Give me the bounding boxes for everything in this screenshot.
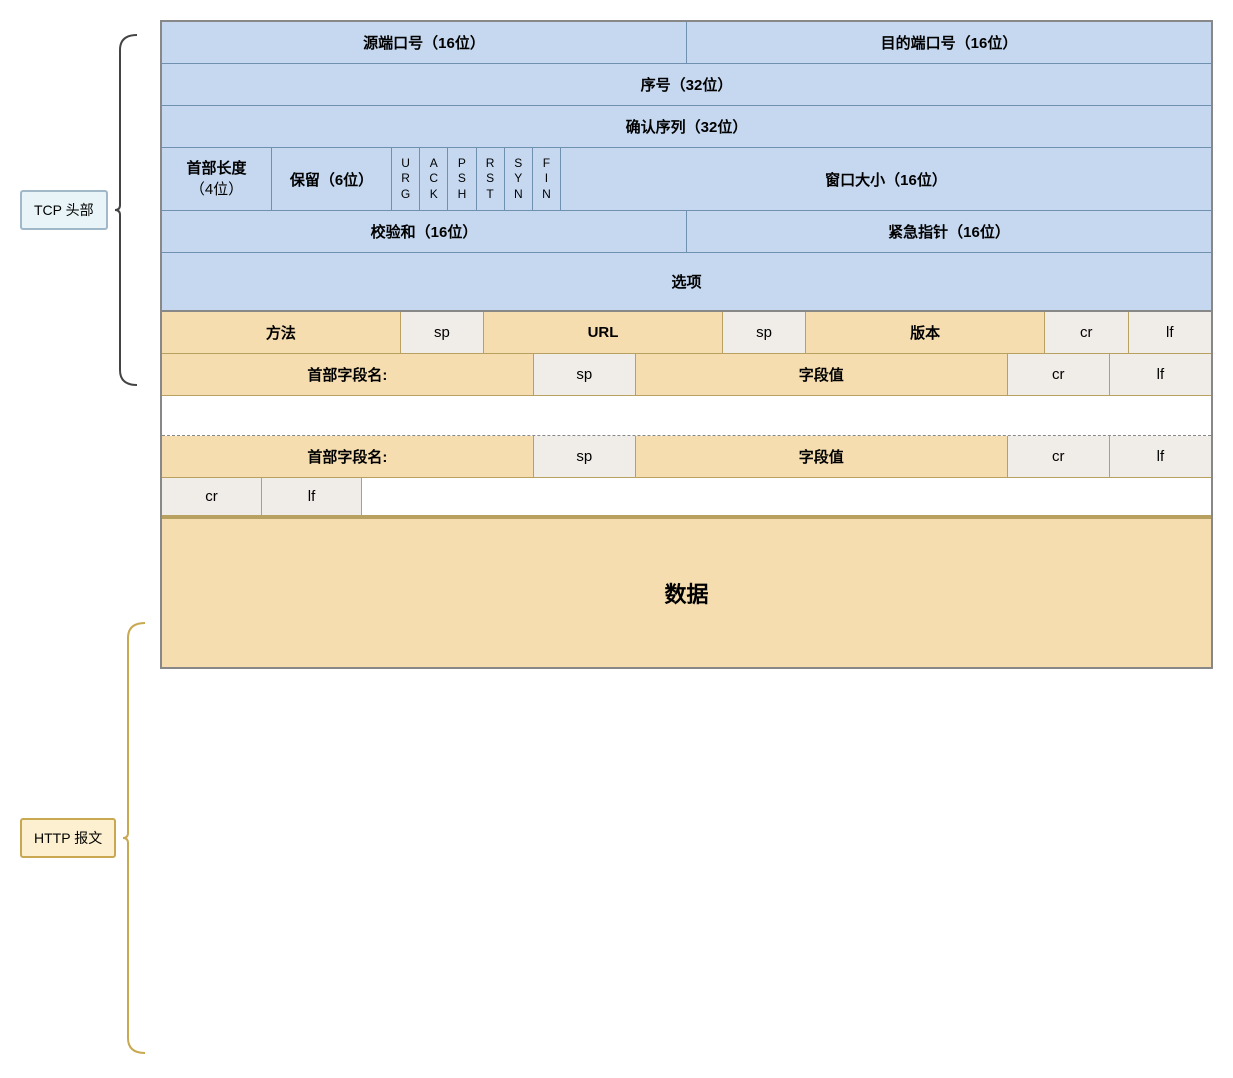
options-cell: 选项 [162,253,1211,310]
seq-cell: 序号（32位） [162,64,1211,105]
flag-fin: F I N [533,148,560,210]
flag-psh: P S H [448,148,476,210]
labels-column: TCP 头部 HTTP 报文 [20,20,160,1058]
urgent-cell: 紧急指针（16位） [687,211,1211,252]
url-cell: URL [484,312,723,353]
sp4-cell: sp [534,436,636,477]
lf2-cell: lf [1110,354,1211,395]
ack-cell: 确认序列（32位） [162,106,1211,147]
empty-spacer [362,478,1211,515]
tcp-row-options: 选项 [162,253,1211,310]
tcp-label-group: TCP 头部 [20,30,160,390]
main-content: 源端口号（16位） 目的端口号（16位） 序号（32位） 确认序列（32位） 首… [160,20,1213,1058]
http-row-empty-line: cr lf [162,478,1211,517]
sp3-cell: sp [534,354,636,395]
reserved-cell: 保留（6位） [272,148,392,210]
tcp-row-flags: 首部长度 （4位） 保留（6位） U R G A C K P S H R S T… [162,148,1211,211]
cr3-cell: cr [1008,436,1110,477]
tcp-row-ack: 确认序列（32位） [162,106,1211,148]
diagram-container: TCP 头部 HTTP 报文 源端口号（16位） 目的端口号（16位） [20,20,1213,1058]
flags-group: U R G A C K P S H R S T S Y N F I N [392,148,561,210]
cr4-cell: cr [162,478,262,515]
http-section: 方法 sp URL sp 版本 cr lf 首部字段名: sp 字段值 cr l… [162,312,1211,667]
cr2-cell: cr [1008,354,1110,395]
checksum-cell: 校验和（16位） [162,211,687,252]
tcp-row-ports: 源端口号（16位） 目的端口号（16位） [162,22,1211,64]
http-label-group: HTTP 报文 [20,618,160,1058]
header-len-cell: 首部长度 （4位） [162,148,272,210]
flag-syn: S Y N [505,148,533,210]
header-len-bits: （4位） [190,179,243,200]
lf4-cell: lf [262,478,362,515]
method-cell: 方法 [162,312,401,353]
tcp-brace [112,30,142,390]
dashed-separator [162,396,1211,436]
data-label: 数据 [664,577,708,609]
sp2-cell: sp [723,312,807,353]
version-cell: 版本 [806,312,1045,353]
tcp-label: TCP 头部 [20,190,108,230]
header-name1-cell: 首部字段名: [162,354,534,395]
flag-ack: A C K [420,148,448,210]
tcp-row-checksum: 校验和（16位） 紧急指针（16位） [162,211,1211,253]
data-section: 数据 [162,517,1211,667]
sp1-cell: sp [401,312,485,353]
header-len-label: 首部长度 [186,158,246,179]
flag-rst: R S T [477,148,505,210]
lf3-cell: lf [1110,436,1211,477]
http-row-header1: 首部字段名: sp 字段值 cr lf [162,354,1211,396]
flag-urg: U R G [392,148,420,210]
tcp-section: 源端口号（16位） 目的端口号（16位） 序号（32位） 确认序列（32位） 首… [162,22,1211,312]
header-name2-cell: 首部字段名: [162,436,534,477]
http-row-request-line: 方法 sp URL sp 版本 cr lf [162,312,1211,354]
field-value1-cell: 字段值 [636,354,1008,395]
cr1-cell: cr [1045,312,1129,353]
dest-port-cell: 目的端口号（16位） [687,22,1211,63]
http-brace [120,618,150,1058]
source-port-cell: 源端口号（16位） [162,22,687,63]
tcp-row-seq: 序号（32位） [162,64,1211,106]
main-diagram: 源端口号（16位） 目的端口号（16位） 序号（32位） 确认序列（32位） 首… [160,20,1213,669]
window-cell: 窗口大小（16位） [561,148,1211,210]
http-row-header2: 首部字段名: sp 字段值 cr lf [162,436,1211,478]
field-value2-cell: 字段值 [636,436,1008,477]
lf1-cell: lf [1129,312,1212,353]
http-label: HTTP 报文 [20,818,116,858]
